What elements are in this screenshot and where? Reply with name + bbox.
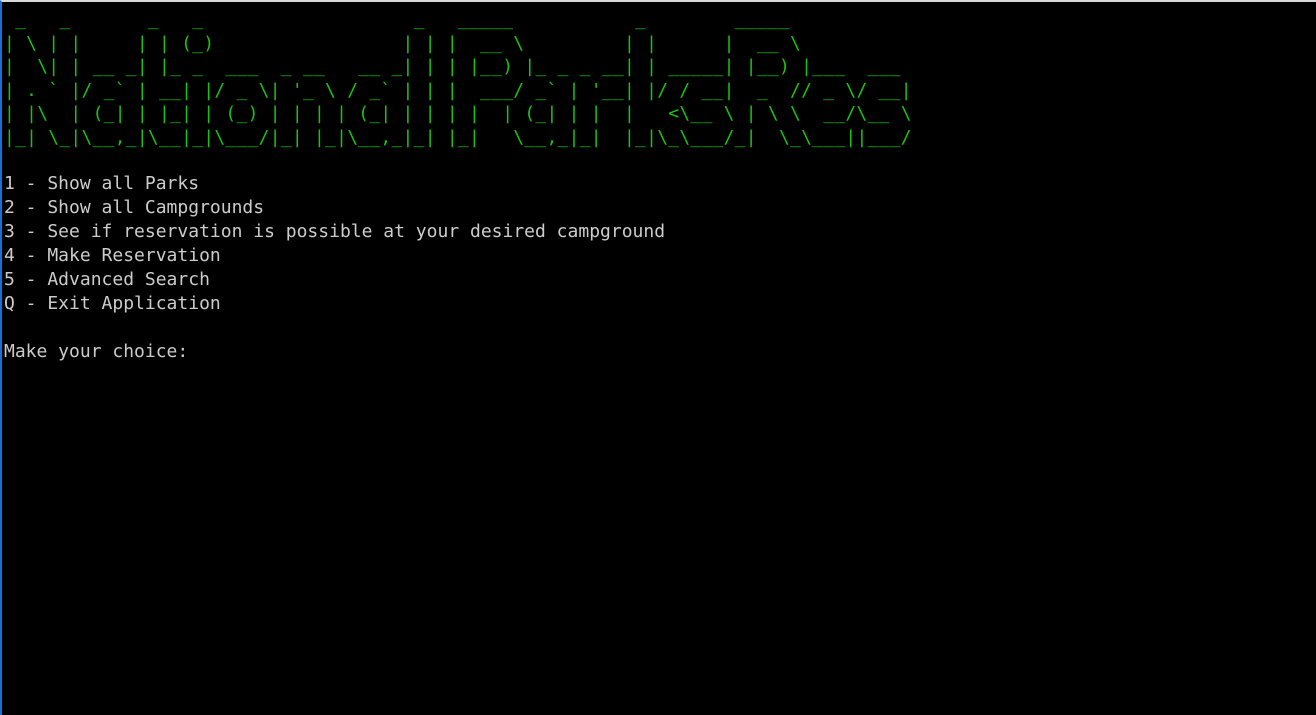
choice-prompt-line[interactable]: Make your choice: — [4, 340, 210, 364]
main-menu: 1 - Show all Parks 2 - Show all Campgrou… — [4, 172, 665, 316]
console-window[interactable]: _ _ _ _ _ _____ _ _____ | \ | | | | (_) … — [0, 0, 1316, 715]
menu-option-4[interactable]: 4 - Make Reservation — [4, 244, 665, 268]
menu-option-3[interactable]: 3 - See if reservation is possible at yo… — [4, 220, 665, 244]
app-title-banner: _ _ _ _ _ _____ _ _____ | \ | | | | (_) … — [4, 9, 912, 148]
text-cursor — [199, 354, 210, 357]
menu-option-quit[interactable]: Q - Exit Application — [4, 292, 665, 316]
menu-option-2[interactable]: 2 - Show all Campgrounds — [4, 196, 665, 220]
menu-option-1[interactable]: 1 - Show all Parks — [4, 172, 665, 196]
choice-prompt-label: Make your choice: — [4, 341, 189, 362]
menu-option-5[interactable]: 5 - Advanced Search — [4, 268, 665, 292]
